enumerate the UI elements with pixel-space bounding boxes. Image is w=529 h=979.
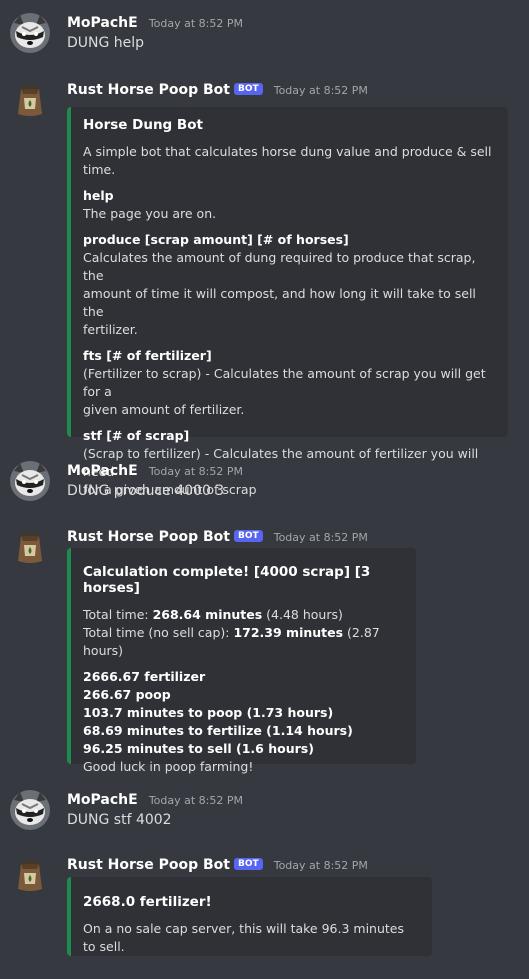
message-content: DUNG produce 4000 3 <box>67 483 225 499</box>
timestamp: Today at 8:52 PM <box>273 84 368 97</box>
value: 172.39 minutes <box>233 625 344 640</box>
label: Total time (no sell cap): <box>83 625 234 640</box>
raccoon-avatar-icon[interactable] <box>10 461 50 501</box>
embed-field-produce: produce [scrap amount] [# of horses] Cal… <box>83 231 496 339</box>
field-name: produce [scrap amount] [# of horses] <box>83 232 349 247</box>
message-content: DUNG stf 4002 <box>67 812 172 828</box>
username[interactable]: MoPachE <box>67 15 138 31</box>
username[interactable]: MoPachE <box>67 463 138 479</box>
message-content: DUNG help <box>67 35 145 51</box>
field-value: Calculates the amount of dung required t… <box>83 250 476 283</box>
result-line: 68.69 minutes to fertilize (1.14 hours) <box>83 723 353 738</box>
bot-tag: BOT <box>233 83 263 95</box>
field-name: fts [# of fertilizer] <box>83 348 212 363</box>
help-embed: Horse Dung Bot A simple bot that calcula… <box>67 107 508 497</box>
result-line: 96.25 minutes to sell (1.6 hours) <box>83 741 314 756</box>
embed-title: Horse Dung Bot <box>83 117 203 133</box>
timestamp: Today at 8:52 PM <box>273 531 368 544</box>
field-value: (Fertilizer to scrap) - Calculates the a… <box>83 366 486 399</box>
embed-description: A simple bot that calculates horse dung … <box>83 144 492 177</box>
embed-description: On a no sale cap server, this will take … <box>83 921 404 954</box>
total-time: Total time: 268.64 minutes (4.48 hours) <box>83 606 404 624</box>
username[interactable]: Rust Horse Poop Bot <box>67 82 230 98</box>
embed-field-help: help The page you are on. <box>83 187 496 223</box>
result-line: 2666.67 fertilizer <box>83 669 206 684</box>
field-value: amount of time it will compost, and how … <box>83 286 476 319</box>
raccoon-avatar-icon[interactable] <box>10 790 50 830</box>
poop-bag-avatar-icon[interactable] <box>10 527 50 567</box>
total-time-no-cap: Total time (no sell cap): 172.39 minutes… <box>83 624 404 660</box>
poop-bag-avatar-icon[interactable] <box>10 80 50 120</box>
label: Total time: <box>83 607 153 622</box>
footer-text: Good luck in poop farming! <box>83 759 254 774</box>
username[interactable]: MoPachE <box>67 792 138 808</box>
field-value: fertilizer. <box>83 322 138 337</box>
field-name: help <box>83 188 114 203</box>
username[interactable]: Rust Horse Poop Bot <box>67 857 230 873</box>
timestamp: Today at 8:52 PM <box>148 465 243 478</box>
embed-field-fts: fts [# of fertilizer] (Fertilizer to scr… <box>83 347 496 419</box>
timestamp: Today at 8:52 PM <box>148 794 243 807</box>
bot-tag: BOT <box>233 530 263 542</box>
bot-tag: BOT <box>233 858 263 870</box>
value: 268.64 minutes <box>152 607 263 622</box>
poop-bag-avatar-icon[interactable] <box>10 855 50 895</box>
embed-title: 2668.0 fertilizer! <box>83 894 212 910</box>
timestamp: Today at 8:52 PM <box>148 17 243 30</box>
stf-embed: 2668.0 fertilizer! On a no sale cap serv… <box>67 877 432 956</box>
result-line: 266.67 poop <box>83 687 171 702</box>
result-line: 103.7 minutes to poop (1.73 hours) <box>83 705 334 720</box>
embed-title: Calculation complete! [4000 scrap] [3 ho… <box>83 564 371 596</box>
field-value: The page you are on. <box>83 206 217 221</box>
username[interactable]: Rust Horse Poop Bot <box>67 529 230 545</box>
field-value: given amount of fertilizer. <box>83 402 245 417</box>
raccoon-avatar-icon[interactable] <box>10 13 50 53</box>
extra: (4.48 hours) <box>262 607 343 622</box>
timestamp: Today at 8:52 PM <box>273 859 368 872</box>
field-name: stf [# of scrap] <box>83 428 190 443</box>
calculation-embed: Calculation complete! [4000 scrap] [3 ho… <box>67 548 416 774</box>
